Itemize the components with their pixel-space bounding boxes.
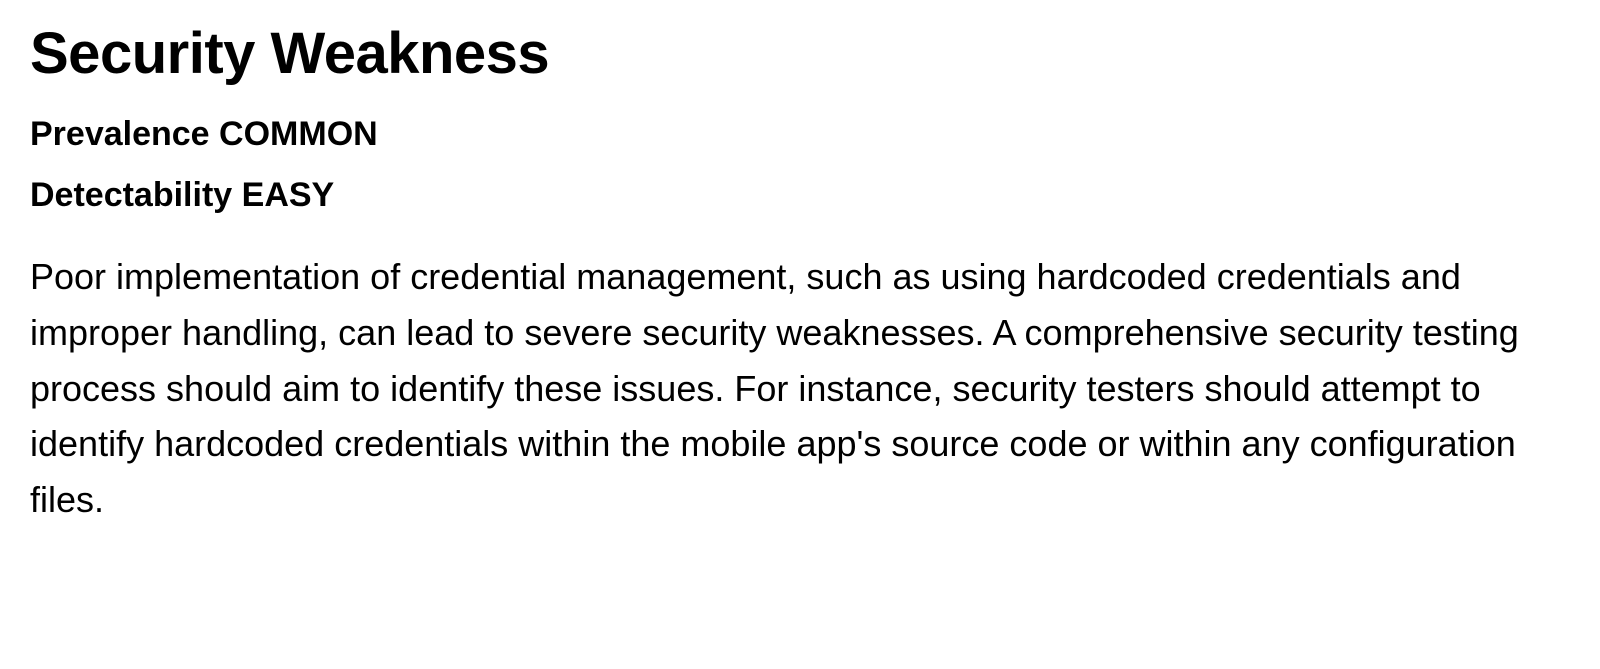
detectability-label: Detectability	[30, 176, 232, 214]
prevalence-line: Prevalence COMMON	[30, 115, 1570, 154]
detectability-value: EASY	[242, 176, 335, 214]
prevalence-label: Prevalence	[30, 115, 210, 153]
detectability-line: Detectability EASY	[30, 176, 1570, 215]
section-heading: Security Weakness	[30, 20, 1570, 87]
body-paragraph: Poor implementation of credential manage…	[30, 249, 1560, 528]
prevalence-value: COMMON	[219, 115, 378, 153]
